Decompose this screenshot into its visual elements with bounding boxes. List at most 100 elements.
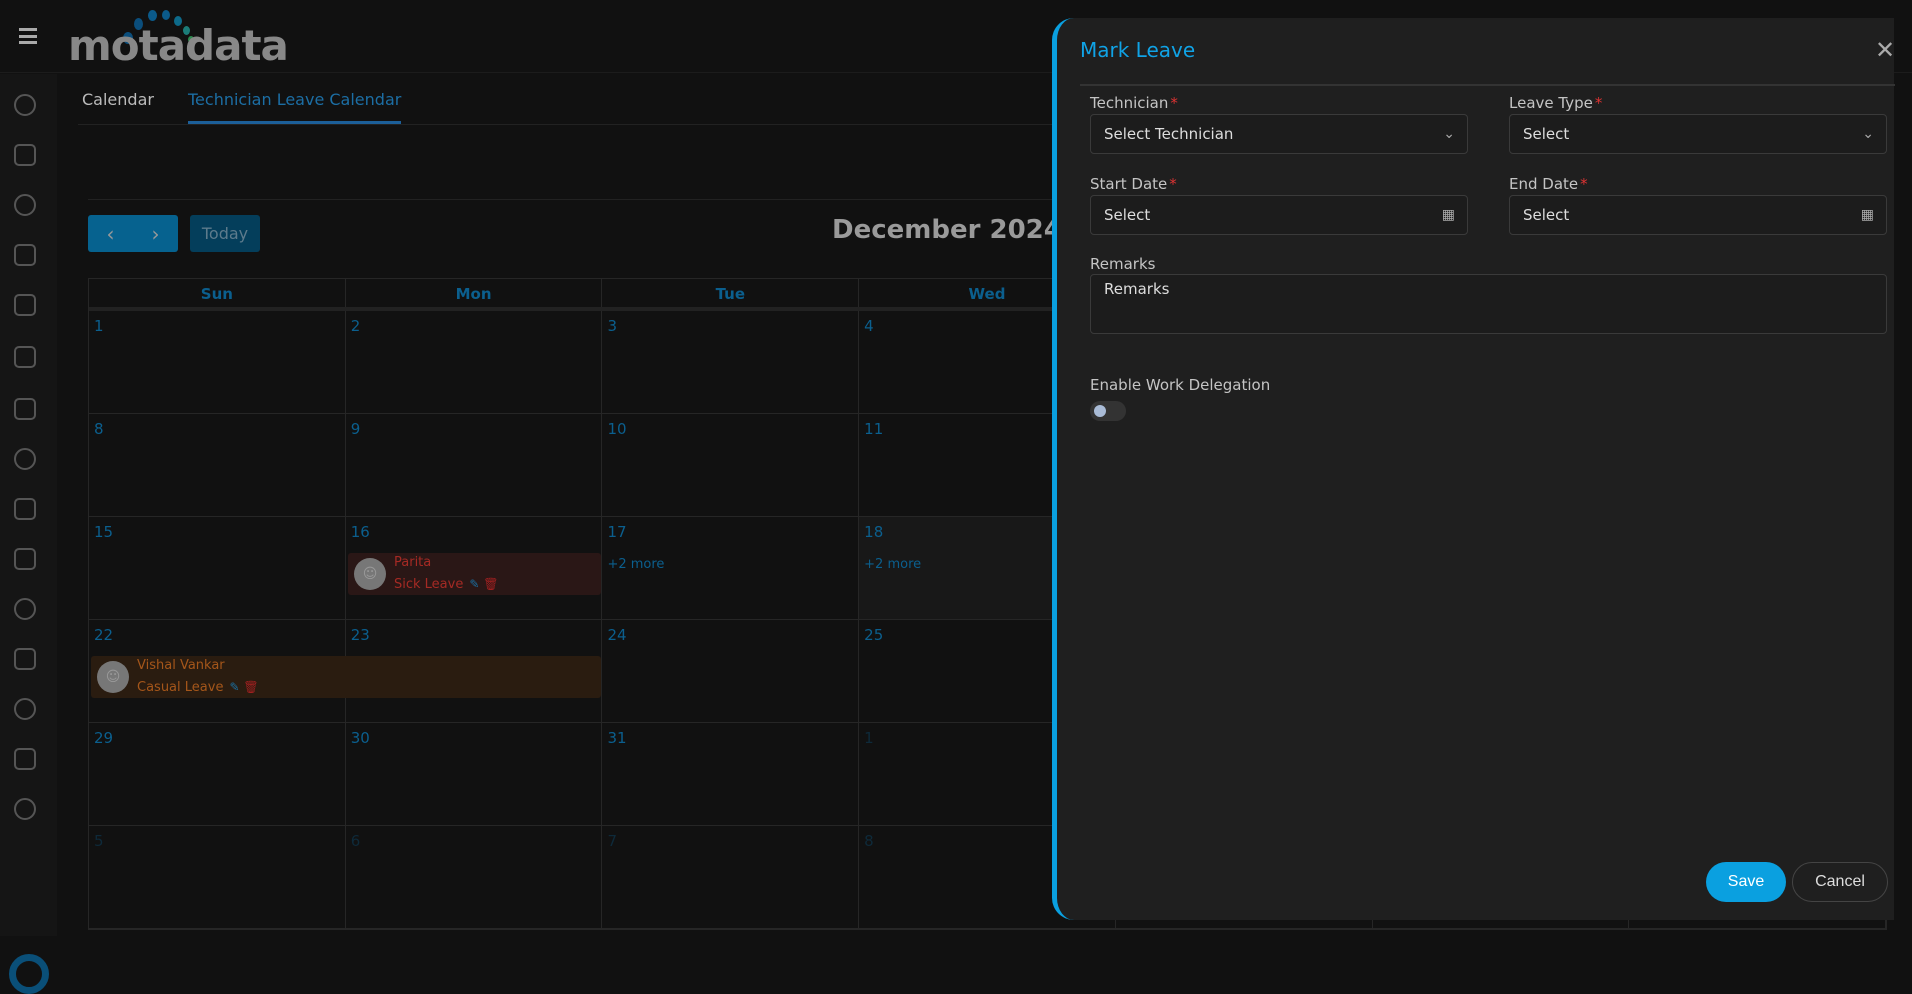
more-events-link[interactable]: +2 more	[607, 557, 664, 572]
delete-trash-icon[interactable]: 🗑	[483, 577, 498, 591]
day-number[interactable]: 24	[607, 626, 626, 644]
day-number[interactable]: 31	[607, 729, 626, 747]
day-number[interactable]: 8	[864, 832, 874, 850]
tab-calendar[interactable]: Calendar	[82, 90, 154, 109]
weekday-header-cell: Tue	[602, 279, 860, 307]
required-mark: *	[1169, 175, 1177, 193]
cmdb-icon[interactable]	[14, 398, 36, 420]
day-cell[interactable]: 24	[602, 620, 860, 722]
more-events-link[interactable]: +2 more	[864, 557, 921, 572]
checklist-icon[interactable]	[14, 748, 36, 770]
day-number[interactable]: 11	[864, 420, 883, 438]
asset-icon[interactable]	[14, 346, 36, 368]
label-text: End Date	[1509, 175, 1579, 193]
user-request-icon[interactable]	[14, 194, 36, 216]
users-icon[interactable]	[14, 798, 36, 820]
day-number[interactable]: 3	[607, 317, 617, 335]
day-cell[interactable]: 5	[89, 826, 346, 928]
report-icon[interactable]	[14, 648, 36, 670]
event-leave-type: Sick Leave	[394, 577, 464, 592]
day-number[interactable]: 16	[351, 523, 370, 541]
motadata-logo: motadata	[68, 8, 298, 70]
close-icon[interactable]: ✕	[1875, 36, 1895, 64]
hierarchy-icon[interactable]	[14, 548, 36, 570]
day-cell[interactable]: 31	[602, 723, 860, 825]
edit-pencil-icon[interactable]: ✎	[469, 577, 479, 591]
tab-bar: Calendar Technician Leave Calendar	[78, 74, 1078, 125]
day-cell[interactable]: 1	[89, 311, 346, 413]
change-icon[interactable]	[14, 244, 36, 266]
end-date-input[interactable]: Select ▦	[1509, 195, 1887, 235]
leave-type-select[interactable]: Select ⌄	[1509, 114, 1887, 154]
day-number[interactable]: 25	[864, 626, 883, 644]
day-number[interactable]: 15	[94, 523, 113, 541]
day-number[interactable]: 6	[351, 832, 361, 850]
day-number[interactable]: 1	[94, 317, 104, 335]
day-number[interactable]: 5	[94, 832, 104, 850]
day-number[interactable]: 18	[864, 523, 883, 541]
day-cell[interactable]: 29	[89, 723, 346, 825]
day-cell[interactable]: 15	[89, 517, 346, 619]
day-number[interactable]: 22	[94, 626, 113, 644]
today-button[interactable]: Today	[190, 215, 260, 252]
lightbulb-icon[interactable]	[14, 598, 36, 620]
save-button[interactable]: Save	[1706, 862, 1786, 902]
start-date-label: Start Date *	[1090, 175, 1177, 193]
tab-technician-leave-calendar[interactable]: Technician Leave Calendar	[188, 90, 402, 124]
label-text: Start Date	[1090, 175, 1168, 193]
day-number[interactable]: 1	[864, 729, 874, 747]
release-icon[interactable]	[14, 294, 36, 316]
work-delegation-toggle[interactable]	[1090, 401, 1126, 421]
leave-event[interactable]: ☺ Vishal Vankar Casual Leave ✎ 🗑	[91, 656, 601, 698]
day-number[interactable]: 7	[607, 832, 617, 850]
avatar: ☺	[354, 558, 386, 590]
day-number[interactable]: 8	[94, 420, 104, 438]
ticket-icon[interactable]	[14, 144, 36, 166]
end-date-label: End Date *	[1509, 175, 1588, 193]
day-number[interactable]: 10	[607, 420, 626, 438]
start-date-input[interactable]: Select ▦	[1090, 195, 1468, 235]
day-cell[interactable]: 6	[346, 826, 603, 928]
day-cell[interactable]: 7	[602, 826, 860, 928]
label-text: Technician	[1090, 94, 1169, 112]
edit-pencil-icon[interactable]: ✎	[229, 680, 239, 694]
mark-leave-panel: Mark Leave ✕ Technician * Select Technici…	[1052, 18, 1895, 920]
delete-trash-icon[interactable]: 🗑	[243, 680, 258, 694]
day-number[interactable]: 29	[94, 729, 113, 747]
calendar-icon[interactable]: ▦	[1861, 196, 1874, 234]
day-cell[interactable]: 17 +2 more	[602, 517, 860, 619]
leave-event[interactable]: ☺ Parita Sick Leave ✎ 🗑	[348, 553, 601, 595]
label-text: Leave Type	[1509, 94, 1593, 112]
weekday-header-cell: Sun	[89, 279, 346, 307]
hamburger-menu-icon[interactable]	[19, 28, 37, 44]
divider	[88, 199, 1088, 200]
day-cell[interactable]: 10	[602, 414, 860, 516]
day-number[interactable]: 30	[351, 729, 370, 747]
day-cell[interactable]: 30	[346, 723, 603, 825]
chevron-down-icon: ⌄	[1862, 126, 1874, 142]
day-cell[interactable]: 8	[89, 414, 346, 516]
user-check-icon[interactable]	[14, 698, 36, 720]
dashboard-icon[interactable]	[14, 94, 36, 116]
remarks-textarea[interactable]: Remarks	[1090, 274, 1887, 334]
event-type-row: Sick Leave ✎ 🗑	[394, 573, 498, 595]
day-cell[interactable]: 3	[602, 311, 860, 413]
day-number[interactable]: 2	[351, 317, 361, 335]
next-month-button[interactable]: ›	[152, 222, 160, 246]
technician-select[interactable]: Select Technician ⌄	[1090, 114, 1468, 154]
prev-month-button[interactable]: ‹	[107, 222, 115, 246]
calendar-icon[interactable]: ▦	[1442, 196, 1455, 234]
day-cell[interactable]: 9	[346, 414, 603, 516]
day-number[interactable]: 4	[864, 317, 874, 335]
day-number[interactable]: 9	[351, 420, 361, 438]
product-logo-icon	[9, 954, 49, 994]
chevron-down-icon: ⌄	[1443, 126, 1455, 142]
day-number[interactable]: 17	[607, 523, 626, 541]
cube-icon[interactable]	[14, 498, 36, 520]
cancel-button[interactable]: Cancel	[1792, 862, 1888, 902]
day-number[interactable]: 23	[351, 626, 370, 644]
weekday-header-cell: Mon	[346, 279, 603, 307]
day-cell[interactable]: 2	[346, 311, 603, 413]
settings-gear-icon[interactable]	[14, 448, 36, 470]
sidebar	[0, 74, 57, 994]
